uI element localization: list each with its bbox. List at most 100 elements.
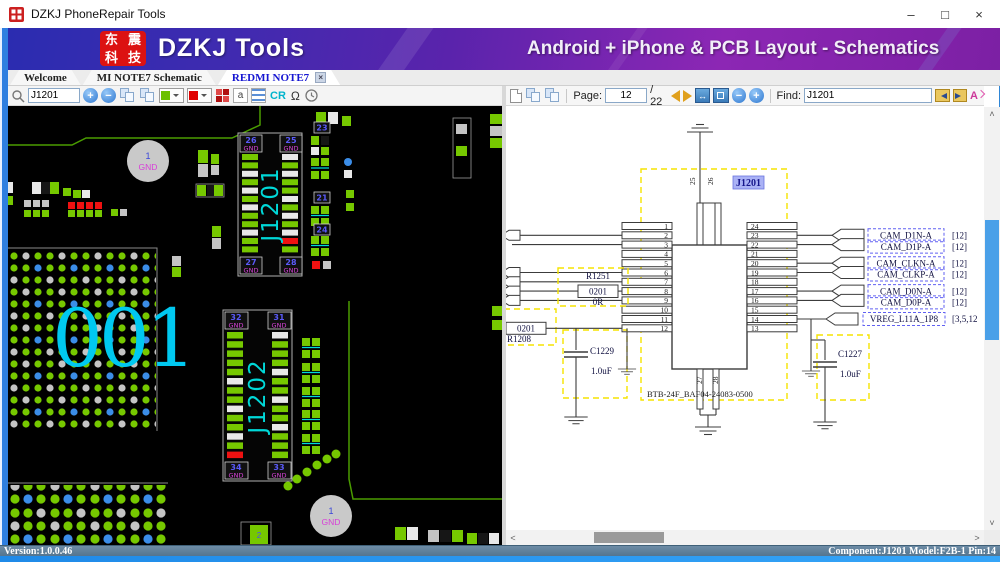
flip-horizontal-icon[interactable] [119, 88, 136, 103]
schematic-vertical-scrollbar[interactable]: ˄ ˅ [984, 107, 1000, 530]
branch-ground [618, 328, 636, 374]
svg-text:20: 20 [751, 259, 759, 268]
svg-text:9: 9 [664, 296, 668, 305]
top-layer-color-dropdown[interactable] [159, 88, 184, 103]
schematic-view[interactable]: 25 26 J1201 1 2 3 4 5 6 7 8 9 10 11 12 [506, 107, 984, 530]
capacitor-c1227[interactable]: C1227 1.0uF [811, 335, 869, 429]
pcb-connector-j1201[interactable]: 26GND 25GND 27GND 28GND J1201 [238, 133, 302, 276]
svg-text:C1229: C1229 [590, 346, 615, 356]
color-grid-icon[interactable] [215, 88, 230, 103]
window-title: DZKJ PhoneRepair Tools [31, 7, 166, 21]
pin-number: 26 [706, 177, 715, 185]
tab-welcome[interactable]: Welcome [10, 70, 81, 85]
part-number: BTB-24F_BAF04-24083-0500 [647, 389, 753, 399]
capacitor-c1229[interactable]: C1229 1.0uF [563, 328, 627, 423]
schematic-horizontal-scrollbar[interactable]: ˂ ˃ [506, 530, 984, 545]
flip-vertical-icon[interactable] [139, 88, 156, 103]
prev-page-icon[interactable] [671, 90, 680, 102]
net-label[interactable]: CAM_CLKN-A [876, 258, 936, 268]
svg-text:GND: GND [229, 322, 244, 330]
bottom-layer-color-dropdown[interactable] [187, 88, 212, 103]
zoom-in-button[interactable]: + [83, 88, 98, 103]
history-icon[interactable] [304, 88, 319, 103]
cr-mode-button[interactable]: CR [269, 90, 287, 102]
logo-char: 震 [128, 32, 141, 47]
svg-text:18: 18 [751, 278, 759, 287]
gnd-pad-top[interactable]: 1 GND [127, 140, 169, 182]
pcb-connector-j1202[interactable]: 32GND 31GND 34GND 33GND J1202 [223, 310, 292, 481]
component-search-input[interactable] [28, 88, 80, 103]
horizontal-scroll-thumb[interactable] [594, 532, 664, 543]
prev-view-icon[interactable] [525, 88, 541, 103]
net-label[interactable]: VREG_L11A_1P8 [870, 314, 939, 324]
scroll-left-icon[interactable]: ˂ [506, 530, 520, 545]
tab-redmi-note7[interactable]: REDMI NOTE7 × [218, 70, 340, 85]
svg-text:GND: GND [244, 145, 259, 153]
resistor-r1251[interactable]: R1251 0201 0R [558, 268, 628, 307]
bga-designator: 001 [52, 292, 193, 385]
fit-width-icon[interactable]: ↔ [695, 88, 710, 103]
status-bar: Version:1.0.0.46 Component:J1201 Model:F… [0, 545, 1000, 556]
resistor-r1208[interactable]: 0201 R1208 [506, 309, 622, 345]
search-icon [11, 89, 25, 103]
svg-text:17: 17 [751, 287, 759, 296]
j1202-silkscreen: J1202 [245, 358, 271, 435]
schematic-toolbar: Page: / 22 ↔ − + Find: A [506, 86, 984, 106]
schematic-zoom-in-button[interactable]: + [749, 88, 763, 103]
gnd-num: 1 [328, 506, 333, 516]
net-label[interactable]: CAM_D1N-A [880, 231, 933, 241]
schematic-zoom-out-button[interactable]: − [732, 88, 746, 103]
scroll-up-icon[interactable]: ˄ [984, 107, 1000, 121]
next-page-icon[interactable] [683, 90, 692, 102]
tab-label: REDMI NOTE7 [232, 72, 309, 84]
scroll-down-icon[interactable]: ˅ [984, 516, 1000, 530]
find-next-icon[interactable] [953, 89, 968, 102]
net-label[interactable]: CAM_D1P-A [881, 242, 932, 252]
pcb-view[interactable]: 001 1 GND 1 GND [8, 106, 502, 545]
page-icon[interactable] [510, 89, 522, 103]
minimize-button[interactable]: – [894, 0, 928, 28]
tab-close-icon[interactable]: × [315, 72, 326, 83]
scroll-right-icon[interactable]: ˃ [970, 530, 984, 545]
svg-text:8: 8 [664, 287, 668, 296]
net-label[interactable]: CAM_CLKP-A [877, 270, 935, 280]
gnd-pad-bottom[interactable]: 1 GND [310, 495, 352, 537]
layers-list-icon[interactable] [251, 88, 266, 103]
fit-page-icon[interactable] [713, 88, 728, 103]
next-view-icon[interactable] [544, 88, 560, 103]
logo-char: 科 [105, 50, 118, 65]
tab-bar: Welcome MI NOTE7 Schematic REDMI NOTE7 × [0, 70, 1000, 86]
page-number-input[interactable] [605, 88, 647, 103]
panel-splitter[interactable] [502, 86, 506, 545]
svg-text:GND: GND [244, 267, 259, 275]
maximize-button[interactable]: □ [928, 0, 962, 28]
component-status-text: Component:J1201 Model:F2B-1 Pin:14 [828, 546, 996, 557]
pin-26-stub [715, 203, 721, 245]
banner-streak [365, 28, 440, 70]
pad-2: 2 [241, 522, 271, 545]
find-previous-icon[interactable] [935, 89, 950, 102]
resistance-mode-icon[interactable]: Ω [290, 89, 301, 103]
net-label[interactable]: CAM_D0P-A [881, 298, 932, 308]
component-ref-highlight[interactable]: J1201 [733, 176, 764, 189]
font-tool-icon[interactable]: A [970, 90, 984, 102]
tab-mi-note7-schematic[interactable]: MI NOTE7 Schematic [83, 70, 216, 85]
page-ref: [12] [952, 242, 967, 252]
left-pins: 1 2 3 4 5 6 7 8 9 10 11 12 [622, 222, 672, 333]
svg-text:R1208: R1208 [507, 334, 532, 344]
net-number: 23 [316, 124, 327, 133]
vertical-scroll-thumb[interactable] [985, 220, 999, 340]
bga-grid-top: 001 [8, 248, 193, 431]
net-label[interactable]: CAM_D0N-A [880, 286, 933, 296]
zoom-out-button[interactable]: − [101, 88, 116, 103]
find-input[interactable] [804, 88, 932, 103]
close-button[interactable]: × [962, 0, 996, 28]
labels-toggle-icon[interactable]: a [233, 88, 248, 103]
pcb-toolbar: + − a CR Ω [8, 86, 502, 106]
tab-label: Welcome [24, 72, 67, 84]
logo-char: 技 [128, 50, 141, 65]
title-bar[interactable]: DZKJ PhoneRepair Tools – □ × [0, 0, 1000, 28]
app-icon [9, 7, 24, 22]
svg-text:24: 24 [751, 222, 759, 231]
svg-text:15: 15 [751, 306, 759, 315]
